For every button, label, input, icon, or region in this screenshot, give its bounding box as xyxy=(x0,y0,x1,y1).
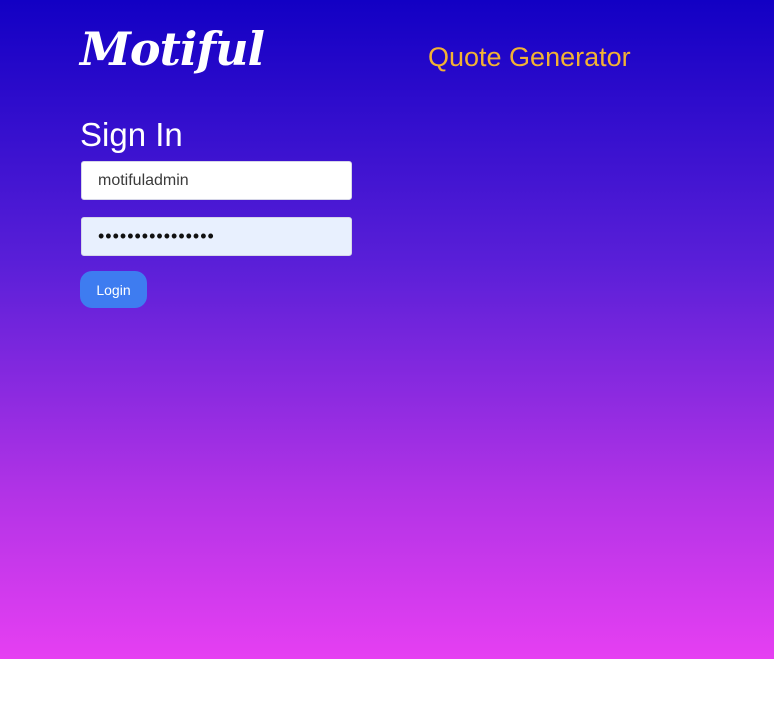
password-input[interactable] xyxy=(81,217,352,256)
brand-logo[interactable]: Motiful xyxy=(80,26,265,72)
login-button[interactable]: Login xyxy=(80,271,147,308)
username-input[interactable] xyxy=(81,161,352,200)
hero-background: Motiful Quote Generator Sign In Login xyxy=(0,0,774,659)
sign-in-heading: Sign In xyxy=(80,116,183,153)
site-title: Quote Generator xyxy=(428,42,631,72)
